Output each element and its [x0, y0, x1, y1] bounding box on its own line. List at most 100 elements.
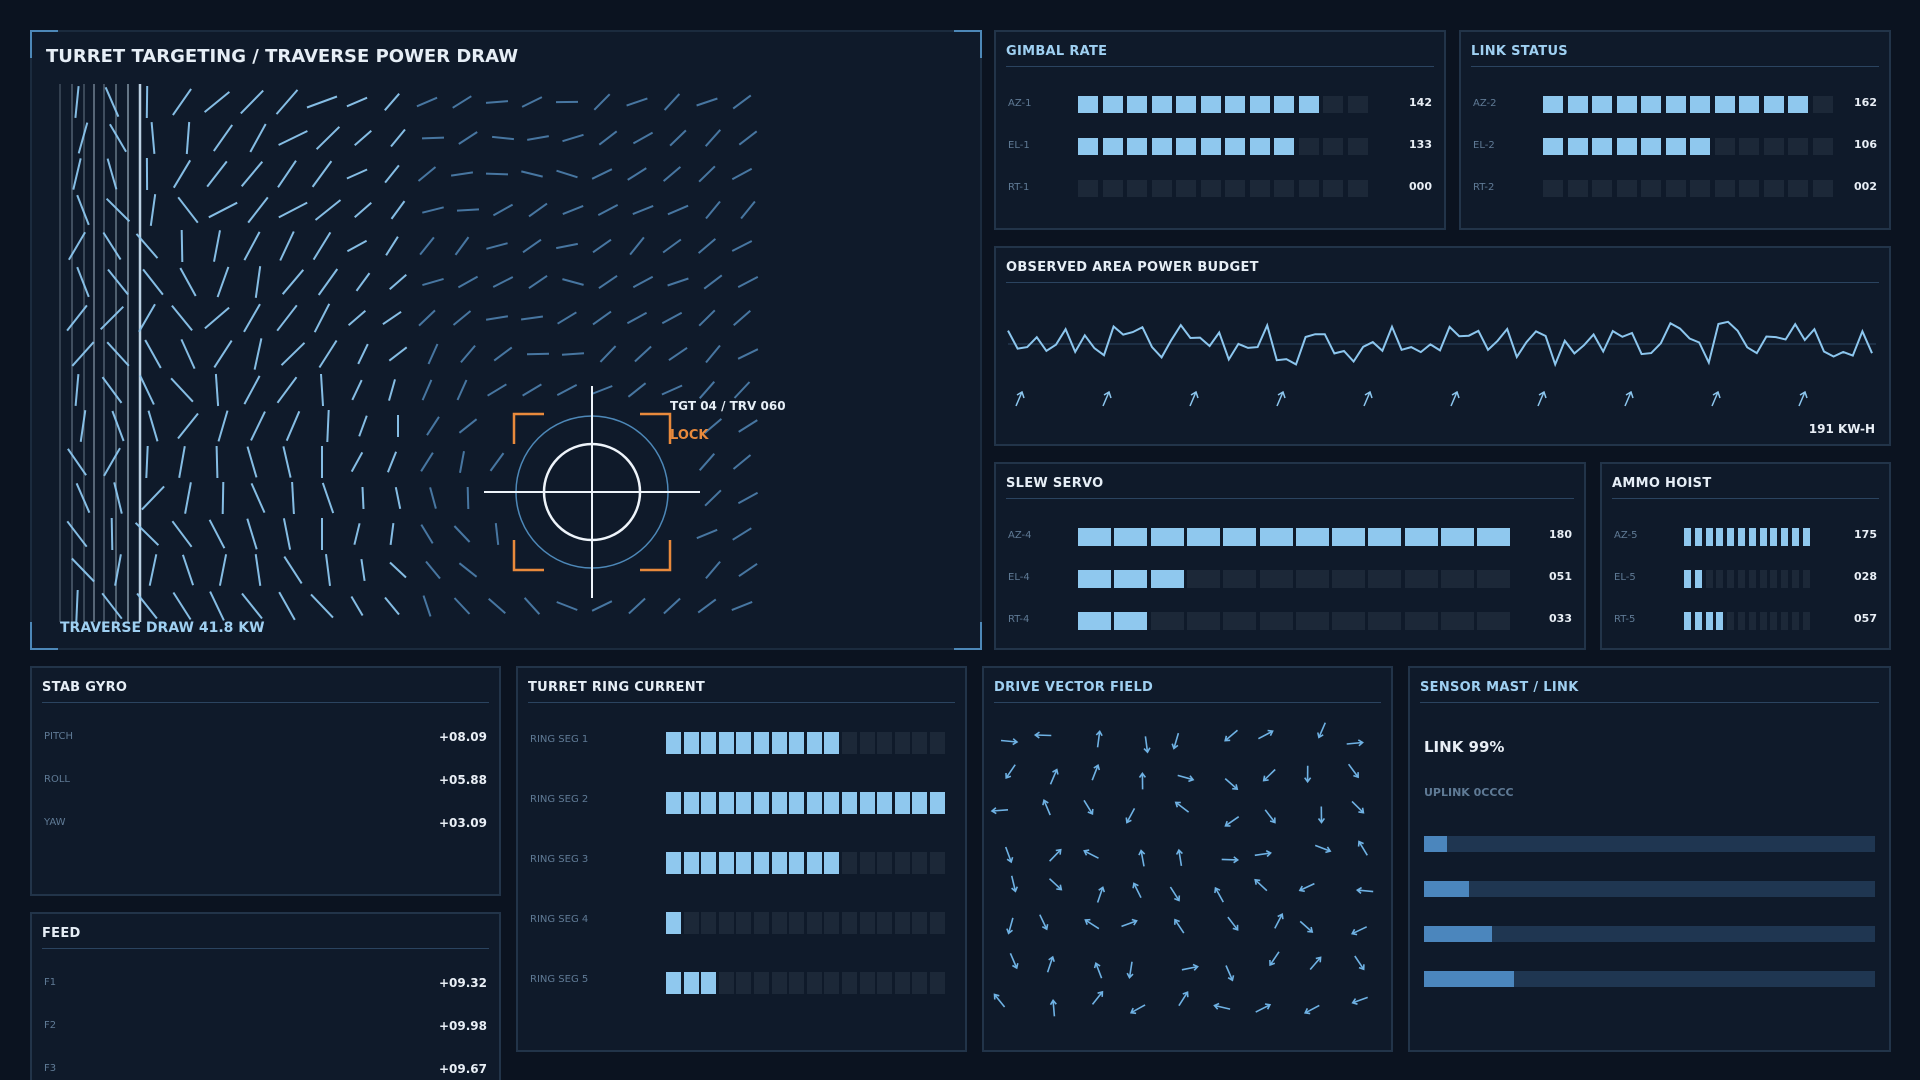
- field-vector: [450, 171, 474, 177]
- mast-link-bar: [1424, 926, 1875, 942]
- field-vector: [240, 161, 264, 187]
- ammo-bar-segment: [1748, 570, 1756, 588]
- gimbal-row-label: RT-1: [1008, 182, 1030, 193]
- link_status-bar-segment: [1812, 138, 1833, 155]
- field-vector: [74, 374, 80, 406]
- field-vector: [250, 411, 266, 441]
- field-vector: [350, 451, 364, 473]
- field-vector: [697, 598, 717, 614]
- link_status-row-label: AZ-2: [1473, 98, 1497, 109]
- ring-bar-segment: [771, 972, 787, 994]
- ring-bar-segment: [930, 912, 945, 934]
- slew-bar-segment: [1295, 528, 1329, 546]
- field-vector: [109, 123, 127, 153]
- field-vector: [417, 166, 437, 182]
- ring-bar-segment: [894, 732, 910, 754]
- frame-corner-tl: [30, 30, 58, 58]
- field-vector: [382, 310, 402, 326]
- ring-bar-segment: [806, 792, 822, 814]
- drive-vector: [1263, 768, 1276, 782]
- field-vector: [452, 95, 472, 109]
- field-vector: [141, 485, 165, 511]
- slew-bar-segment: [1223, 612, 1257, 630]
- stab-row-label: ROLL: [44, 774, 70, 785]
- ammo-bar-segment: [1781, 612, 1789, 630]
- mast-link-bar: [1424, 881, 1875, 897]
- field-vector: [661, 311, 683, 325]
- field-vector: [453, 525, 471, 543]
- field-vector: [312, 231, 332, 261]
- drive-vector: [993, 993, 1006, 1008]
- ring-bar-segment: [666, 912, 681, 934]
- link-status-panel: LINK STATUS AZ-2 162 EL-2 106 RT-2 002: [1459, 30, 1891, 230]
- field-vector: [306, 95, 338, 109]
- stab-row-value: +03.09: [438, 816, 487, 830]
- ring-row-label: RING SEG 3: [530, 854, 589, 865]
- field-vector: [740, 200, 756, 220]
- field-vector: [351, 379, 363, 401]
- link_status-bar-segment: [1641, 96, 1661, 113]
- field-vector: [738, 130, 758, 146]
- ring-bar-segment: [736, 852, 752, 874]
- field-vector: [486, 242, 508, 250]
- field-vector: [667, 277, 689, 287]
- field-vector: [72, 158, 82, 190]
- drive-vector: [1175, 801, 1190, 813]
- field-vector: [355, 272, 371, 292]
- ring-bar-segment: [789, 792, 805, 814]
- drive-vector: [1264, 809, 1276, 823]
- ring-bar-segment: [754, 792, 769, 814]
- ring-bar-segment: [683, 912, 699, 934]
- slew-row-value: 180: [1549, 528, 1572, 541]
- drive-vector: [1309, 956, 1322, 971]
- field-vector: [105, 197, 131, 223]
- gimbal-bar-segment: [1225, 138, 1245, 155]
- field-vector: [213, 340, 233, 368]
- sensor-mast-title: SENSOR MAST / LINK: [1420, 680, 1879, 703]
- ammo-hoist-panel: AMMO HOIST AZ-5 175 EL-5 028 RT-5 057: [1600, 462, 1891, 650]
- mast-link-bar-fill: [1424, 926, 1492, 942]
- field-vector: [522, 383, 542, 397]
- slew-bar-segment: [1332, 528, 1366, 546]
- field-vector: [561, 352, 585, 356]
- field-vector: [107, 268, 129, 296]
- gimbal-bar-segment: [1176, 138, 1196, 155]
- field-vector: [458, 562, 478, 578]
- field-vector: [285, 410, 301, 442]
- field-vector: [281, 269, 305, 295]
- field-vector: [492, 203, 514, 217]
- gimbal-bar-segment: [1078, 138, 1098, 155]
- gimbal-bar-segment: [1151, 96, 1172, 113]
- field-vector: [213, 230, 221, 262]
- gimbal-bar-segment: [1249, 138, 1270, 155]
- field-vector: [731, 240, 753, 252]
- field-vector: [394, 487, 402, 509]
- field-vector: [626, 97, 648, 107]
- ammo-bar-segment: [1694, 570, 1702, 588]
- ammo-bar-segment: [1759, 612, 1767, 630]
- ammo-row-label: RT-5: [1614, 614, 1636, 625]
- field-vector: [171, 520, 193, 548]
- field-vector: [593, 93, 611, 111]
- slew-servo-panel: SLEW SERVO AZ-4 180 EL-4 051 RT-4 033: [994, 462, 1586, 650]
- link_status-bar-segment: [1567, 180, 1588, 197]
- ring-bar-segment: [930, 852, 945, 874]
- gimbal-row-label: EL-1: [1008, 140, 1030, 151]
- drive-vector: [1048, 878, 1062, 891]
- field-vector: [705, 344, 721, 364]
- ring-bar-segment: [754, 852, 769, 874]
- slew-row-value: 051: [1549, 570, 1572, 583]
- slew-bar-segment: [1186, 612, 1220, 630]
- field-vector: [528, 274, 548, 290]
- field-vector: [598, 274, 618, 290]
- field-vector: [485, 100, 509, 104]
- ring-bar-segment: [824, 732, 840, 754]
- field-vector: [110, 517, 114, 551]
- slew-bar-segment: [1441, 528, 1474, 546]
- field-vector: [632, 204, 654, 216]
- gimbal-bar-segment: [1347, 180, 1368, 197]
- field-vector: [386, 451, 398, 473]
- ring-bar-segment: [754, 912, 769, 934]
- field-vector: [75, 589, 79, 623]
- ammo-bar-segment: [1770, 612, 1778, 630]
